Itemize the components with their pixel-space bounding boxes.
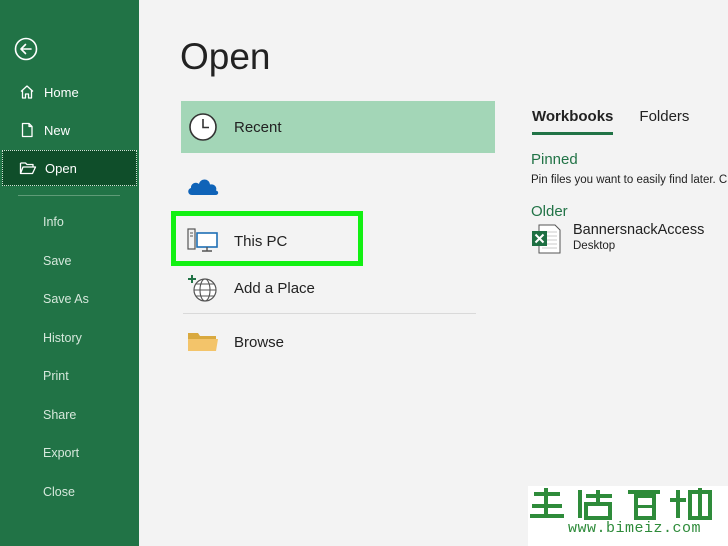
location-recent[interactable]: Recent bbox=[181, 101, 495, 153]
older-heading: Older bbox=[531, 203, 568, 220]
open-folder-icon bbox=[19, 159, 37, 177]
sidebar-item-share[interactable]: Share bbox=[43, 408, 76, 422]
watermark-url: www.bimeiz.com bbox=[568, 520, 702, 537]
pinned-hint: Pin files you want to easily find later.… bbox=[531, 174, 728, 186]
file-location: Desktop bbox=[573, 240, 616, 252]
watermark-logo-icon bbox=[530, 488, 712, 520]
excel-file-icon bbox=[531, 224, 561, 259]
folder-icon bbox=[183, 322, 223, 362]
sidebar-item-label: Open bbox=[45, 160, 77, 176]
clock-icon bbox=[183, 107, 223, 147]
pinned-heading: Pinned bbox=[531, 151, 578, 168]
location-divider bbox=[183, 313, 476, 314]
location-onedrive[interactable] bbox=[181, 160, 495, 212]
backstage-sidebar: Home New Open Info Save Save As History … bbox=[0, 0, 139, 546]
back-arrow-icon[interactable] bbox=[14, 37, 38, 61]
location-add-a-place[interactable]: Add a Place bbox=[181, 262, 495, 314]
sidebar-item-save-as[interactable]: Save As bbox=[43, 292, 89, 306]
sidebar-item-export[interactable]: Export bbox=[43, 446, 79, 460]
file-tabs: Workbooks Folders bbox=[532, 108, 715, 135]
sidebar-item-history[interactable]: History bbox=[43, 331, 82, 345]
page-title: Open bbox=[180, 36, 271, 77]
location-label: Browse bbox=[234, 333, 285, 351]
location-browse[interactable]: Browse bbox=[181, 316, 495, 368]
sidebar-divider bbox=[18, 195, 120, 196]
sidebar-item-open[interactable]: Open bbox=[2, 150, 137, 186]
watermark: www.bimeiz.com bbox=[528, 486, 728, 546]
location-label: Recent bbox=[234, 118, 282, 136]
sidebar-item-info[interactable]: Info bbox=[43, 215, 64, 229]
sidebar-item-print[interactable]: Print bbox=[43, 369, 69, 383]
new-document-icon bbox=[18, 121, 36, 139]
home-icon bbox=[18, 83, 36, 101]
tab-workbooks[interactable]: Workbooks bbox=[532, 108, 614, 135]
sidebar-item-label: Home bbox=[44, 84, 79, 100]
recent-file-item[interactable]: BannersnackAccess Desktop bbox=[531, 222, 704, 259]
location-label: Add a Place bbox=[234, 279, 315, 297]
sidebar-item-close[interactable]: Close bbox=[43, 485, 75, 499]
onedrive-cloud-icon bbox=[183, 166, 223, 206]
highlight-box bbox=[171, 211, 363, 266]
sidebar-item-home[interactable]: Home bbox=[0, 74, 139, 110]
sidebar-item-save[interactable]: Save bbox=[43, 254, 72, 268]
add-place-globe-icon bbox=[183, 268, 223, 308]
file-name: BannersnackAccess bbox=[573, 222, 705, 238]
sidebar-item-new[interactable]: New bbox=[0, 112, 139, 148]
sidebar-item-label: New bbox=[44, 122, 71, 138]
tab-folders[interactable]: Folders bbox=[639, 108, 689, 135]
